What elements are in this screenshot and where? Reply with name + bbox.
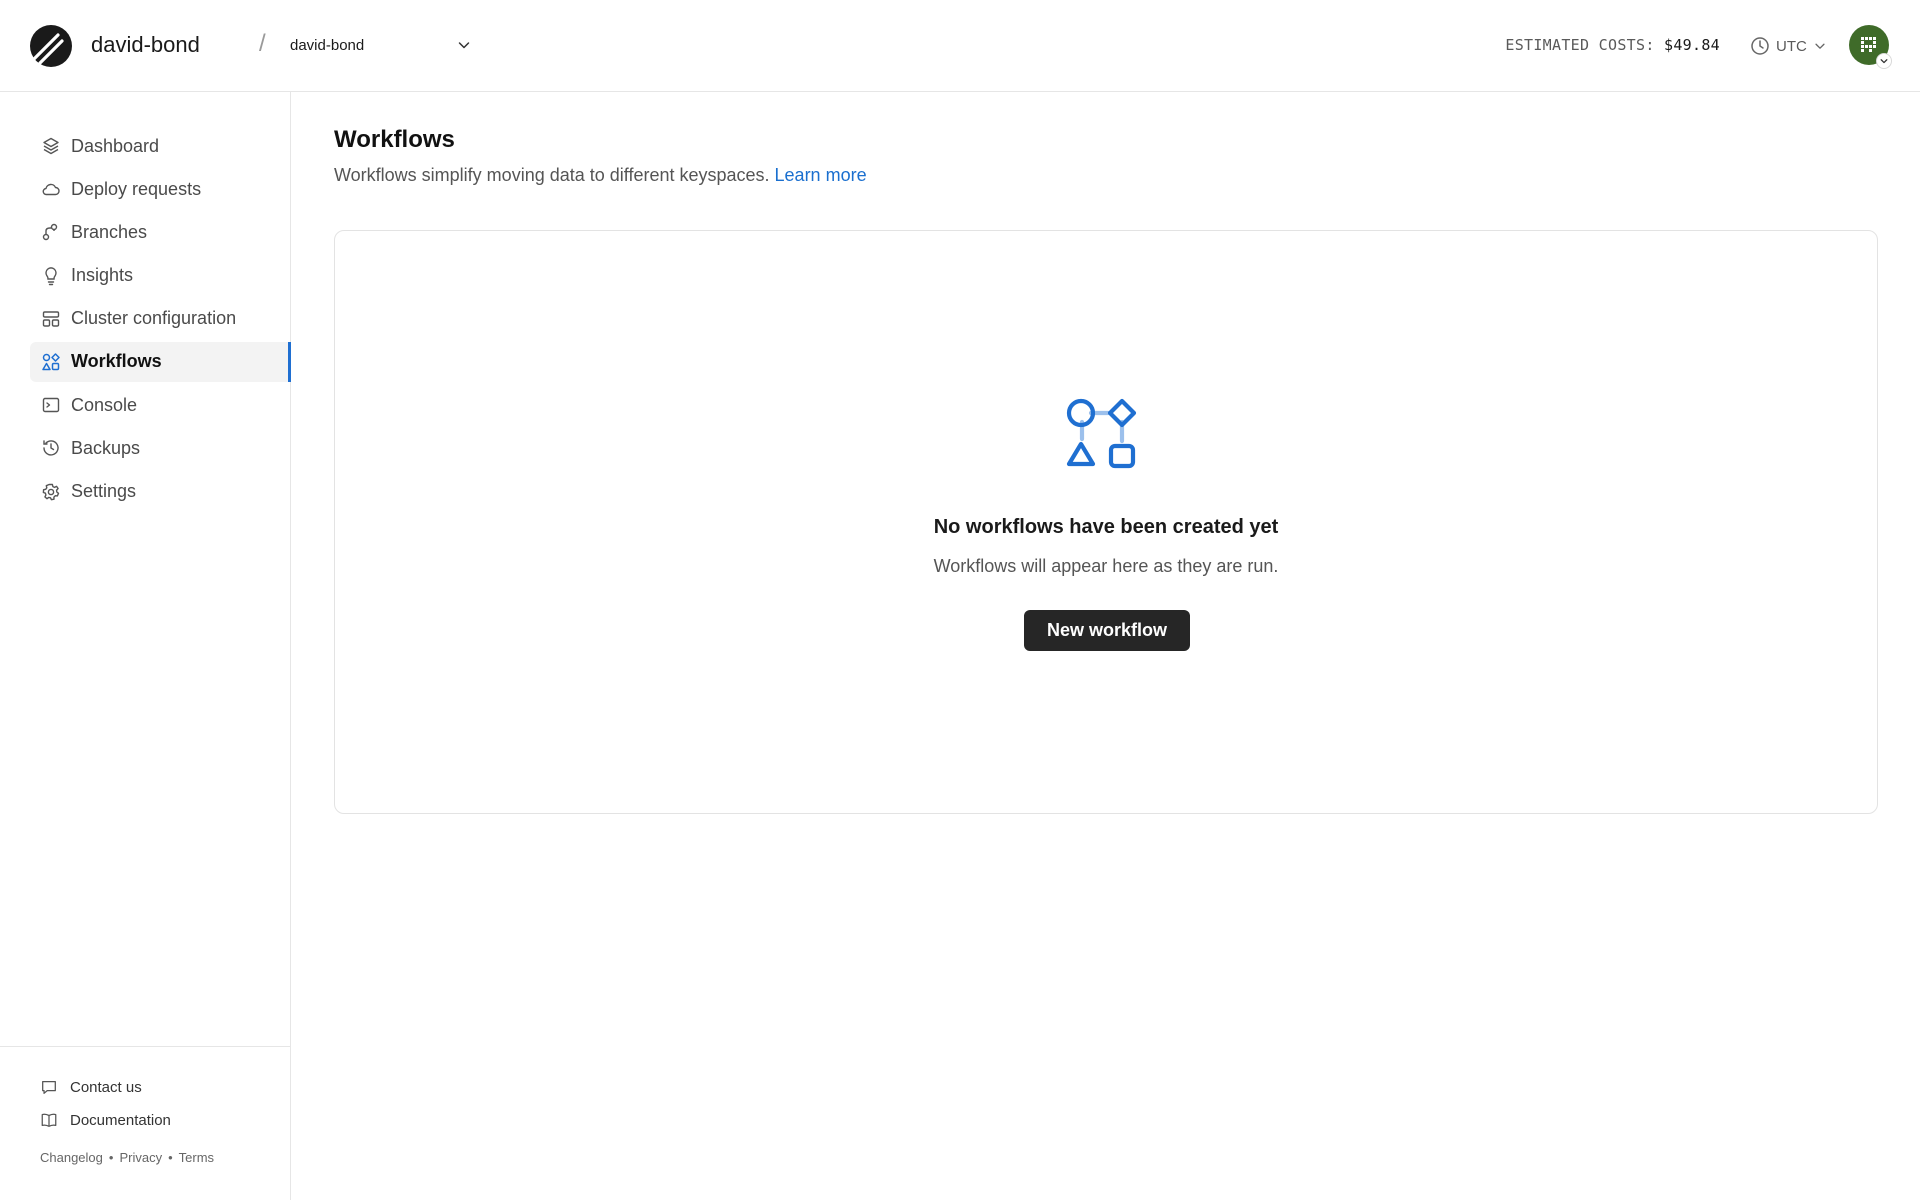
branch-icon <box>41 222 61 242</box>
chevron-down-icon <box>1880 59 1888 64</box>
sidebar-item-dashboard[interactable]: Dashboard <box>30 126 291 166</box>
learn-more-link[interactable]: Learn more <box>775 165 867 185</box>
history-icon <box>41 438 61 458</box>
cloud-icon <box>41 179 61 199</box>
sidebar: Dashboard Deploy requests Branches Insig… <box>0 92 291 1200</box>
estimated-costs: ESTIMATED COSTS: $49.84 <box>1505 36 1720 54</box>
contact-us-link[interactable]: Contact us <box>40 1078 142 1096</box>
contact-us-label: Contact us <box>70 1078 142 1096</box>
workflow-icon <box>41 352 61 372</box>
sidebar-item-cluster-configuration[interactable]: Cluster configuration <box>30 299 291 339</box>
timezone-selector[interactable]: UTC <box>1750 35 1827 57</box>
breadcrumb-separator: / <box>259 30 266 57</box>
page-description: Workflows simplify moving data to differ… <box>334 165 867 186</box>
documentation-label: Documentation <box>70 1111 171 1129</box>
chevron-down-icon <box>458 42 470 49</box>
sidebar-item-label: Dashboard <box>71 135 160 156</box>
top-header: david-bond / david-bond ESTIMATED COSTS:… <box>0 0 1920 92</box>
sidebar-item-settings[interactable]: Settings <box>30 472 291 512</box>
sidebar-nav: Dashboard Deploy requests Branches Insig… <box>30 126 291 515</box>
documentation-link[interactable]: Documentation <box>40 1111 171 1129</box>
page-title: Workflows <box>334 126 455 153</box>
lightbulb-icon <box>41 266 61 286</box>
sidebar-item-branches[interactable]: Branches <box>30 212 291 252</box>
sidebar-item-console[interactable]: Console <box>30 385 291 425</box>
changelog-link[interactable]: Changelog <box>40 1150 103 1165</box>
logo-icon[interactable] <box>30 25 72 67</box>
sidebar-item-label: Branches <box>71 221 148 242</box>
sidebar-item-label: Insights <box>71 265 134 286</box>
terms-link[interactable]: Terms <box>179 1150 214 1165</box>
database-selector[interactable]: david-bond <box>290 30 472 60</box>
clock-icon <box>1751 37 1769 55</box>
book-icon <box>41 1113 57 1127</box>
layers-icon <box>41 136 61 156</box>
footer-links: Changelog • Privacy • Terms <box>40 1150 214 1165</box>
sidebar-item-label: Backups <box>71 437 141 458</box>
terminal-icon <box>41 395 61 415</box>
avatar-pattern-icon <box>1861 37 1876 52</box>
footer-dot: • <box>108 1150 114 1165</box>
workflow-shapes-icon <box>1065 396 1145 476</box>
cluster-icon <box>41 309 61 329</box>
sidebar-item-label: Console <box>71 394 138 415</box>
estimated-costs-label: ESTIMATED COSTS: <box>1505 36 1655 54</box>
sidebar-item-label: Settings <box>71 481 137 501</box>
sidebar-item-insights[interactable]: Insights <box>30 256 291 296</box>
database-name: david-bond <box>290 36 365 54</box>
chevron-down-icon <box>1815 43 1825 49</box>
empty-state-card: No workflows have been created yet Workf… <box>334 230 1878 814</box>
chat-bubble-icon <box>42 1080 56 1094</box>
footer-dot: • <box>168 1150 173 1165</box>
sidebar-item-label: Workflows <box>71 351 162 372</box>
empty-state-subtitle: Workflows will appear here as they are r… <box>933 556 1279 576</box>
avatar-menu-chevron[interactable] <box>1876 53 1892 69</box>
sidebar-item-label: Cluster configuration <box>71 308 237 329</box>
empty-state-title: No workflows have been created yet <box>933 516 1279 538</box>
gear-icon <box>41 482 61 502</box>
privacy-link[interactable]: Privacy <box>119 1150 162 1165</box>
org-name[interactable]: david-bond <box>91 32 200 58</box>
sidebar-item-label: Deploy requests <box>71 178 202 199</box>
sidebar-item-deploy-requests[interactable]: Deploy requests <box>30 169 291 209</box>
timezone-label: UTC <box>1776 37 1807 55</box>
sidebar-item-backups[interactable]: Backups <box>30 428 291 468</box>
sidebar-item-workflows[interactable]: Workflows <box>30 341 291 382</box>
new-workflow-button[interactable]: New workflow <box>1024 610 1190 651</box>
estimated-costs-value: $49.84 <box>1664 36 1720 54</box>
page-description-text: Workflows simplify moving data to differ… <box>334 165 770 185</box>
